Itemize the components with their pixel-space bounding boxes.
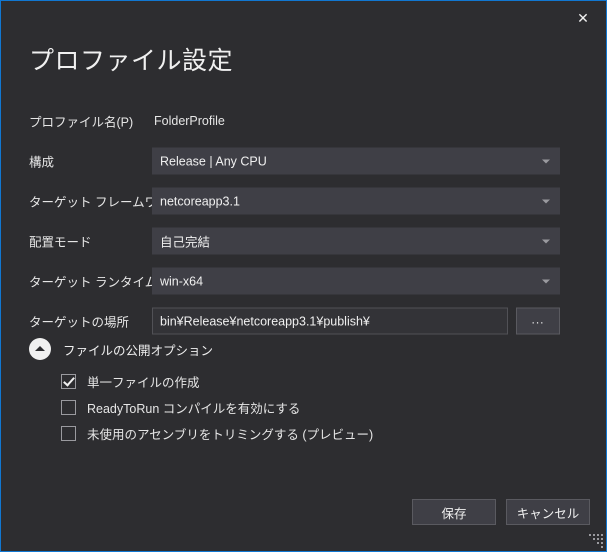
browse-button[interactable]: ... [516, 307, 560, 335]
configuration-value: Release | Any CPU [160, 154, 267, 168]
settings-form: プロファイル名(P) FolderProfile 構成 Release | An… [1, 101, 606, 341]
target-framework-dropdown[interactable]: netcoreapp3.1 [152, 187, 560, 215]
row-configuration: 構成 Release | Any CPU [1, 141, 606, 181]
checkbox-label-trim-assemblies: 未使用のアセンブリをトリミングする (プレビュー) [87, 427, 374, 442]
row-deployment-mode: 配置モード 自己完結 [1, 221, 606, 261]
dialog-footer: 保存 キャンセル [412, 499, 590, 525]
checkbox-trim-assemblies[interactable] [61, 425, 76, 441]
checkbox-label-readytorun: ReadyToRun コンパイルを有効にする [87, 401, 301, 416]
checkbox-row-readytorun[interactable]: ReadyToRun コンパイルを有効にする [61, 394, 373, 420]
target-runtime-dropdown[interactable]: win-x64 [152, 267, 560, 295]
checkbox-readytorun[interactable] [61, 399, 76, 415]
target-runtime-label: ターゲット ランタイム [29, 275, 158, 290]
file-publish-options-expander[interactable]: ファイルの公開オプション [29, 338, 213, 360]
target-location-input[interactable]: bin¥Release¥netcoreapp3.1¥publish¥ [152, 307, 508, 335]
deployment-mode-label: 配置モード [29, 235, 92, 250]
profile-name-value: FolderProfile [154, 114, 225, 128]
row-target-runtime: ターゲット ランタイム win-x64 [1, 261, 606, 301]
row-profile-name: プロファイル名(P) FolderProfile [1, 101, 606, 141]
cancel-button[interactable]: キャンセル [506, 499, 590, 525]
chevron-down-icon [542, 279, 550, 283]
profile-settings-dialog: ✕ プロファイル設定 プロファイル名(P) FolderProfile 構成 R… [0, 0, 607, 552]
target-framework-value: netcoreapp3.1 [160, 194, 240, 208]
configuration-dropdown[interactable]: Release | Any CPU [152, 147, 560, 175]
checkbox-row-single-file[interactable]: 単一ファイルの作成 [61, 368, 373, 394]
file-publish-options-checkbox-group: 単一ファイルの作成 ReadyToRun コンパイルを有効にする 未使用のアセン… [61, 368, 373, 446]
resize-grip-icon[interactable] [589, 534, 603, 548]
deployment-mode-value: 自己完結 [160, 235, 211, 250]
chevron-down-icon [542, 199, 550, 203]
checkbox-row-trim-assemblies[interactable]: 未使用のアセンブリをトリミングする (プレビュー) [61, 420, 373, 446]
chevron-down-icon [542, 239, 550, 243]
page-title: プロファイル設定 [29, 47, 234, 75]
configuration-label: 構成 [29, 155, 55, 170]
target-location-label: ターゲットの場所 [29, 315, 130, 330]
chevron-down-icon [542, 159, 550, 163]
save-button[interactable]: 保存 [412, 499, 496, 525]
dialog-titlebar: ✕ [2, 2, 606, 36]
chevron-up-icon [29, 338, 51, 360]
target-runtime-value: win-x64 [160, 274, 204, 288]
close-icon[interactable]: ✕ [561, 3, 605, 33]
target-location-value: bin¥Release¥netcoreapp3.1¥publish¥ [160, 314, 370, 328]
deployment-mode-dropdown[interactable]: 自己完結 [152, 227, 560, 255]
profile-name-label: プロファイル名(P) [29, 115, 134, 130]
file-publish-options-label: ファイルの公開オプション [63, 343, 214, 358]
row-target-location: ターゲットの場所 bin¥Release¥netcoreapp3.1¥publi… [1, 301, 606, 341]
checkbox-label-single-file: 単一ファイルの作成 [87, 375, 200, 390]
target-framework-label: ターゲット フレームワーク [29, 195, 183, 210]
checkbox-single-file[interactable] [61, 373, 76, 389]
row-target-framework: ターゲット フレームワーク netcoreapp3.1 [1, 181, 606, 221]
